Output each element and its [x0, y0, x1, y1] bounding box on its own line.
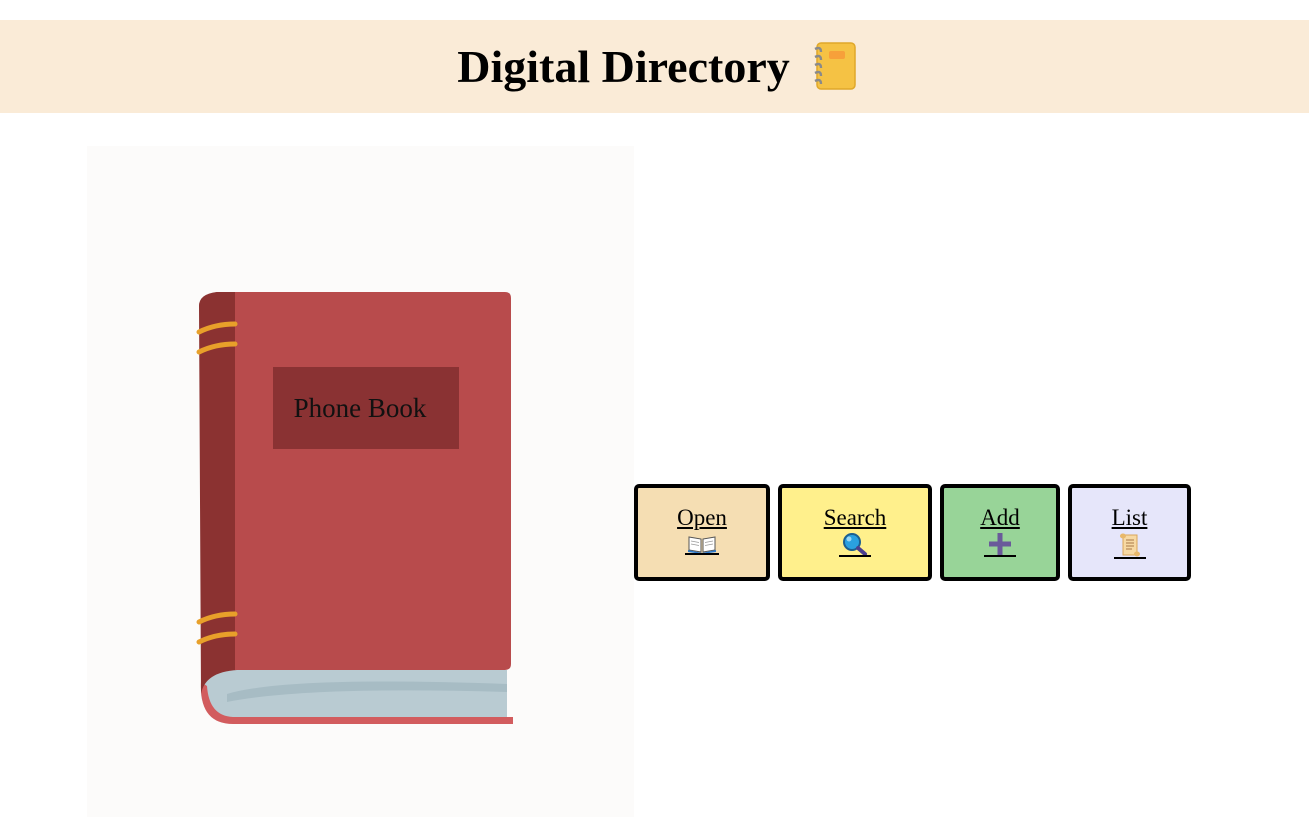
- search-button[interactable]: Search: [778, 484, 932, 581]
- add-button-label: Add: [980, 505, 1020, 530]
- open-button[interactable]: Open: [634, 484, 770, 581]
- open-book-icon: [685, 533, 719, 555]
- page-title: Digital Directory: [457, 41, 790, 92]
- magnifier-icon: [839, 533, 871, 557]
- list-button[interactable]: List: [1068, 484, 1191, 581]
- page-title-wrap: Digital Directory: [457, 40, 858, 93]
- phone-book-illustration: Phone Book: [87, 146, 634, 817]
- plus-icon: [984, 533, 1016, 557]
- search-button-label: Search: [823, 505, 887, 530]
- open-button-label: Open: [677, 505, 727, 530]
- phone-book-image: Phone Book: [196, 292, 513, 724]
- list-button-label: List: [1111, 505, 1148, 530]
- main-menu: Open Search Add List: [634, 484, 1191, 581]
- app-header: Digital Directory: [0, 20, 1309, 113]
- add-button[interactable]: Add: [940, 484, 1060, 581]
- notebook-icon: [812, 41, 858, 91]
- scroll-icon: [1113, 533, 1146, 559]
- cover-text: Phone Book: [294, 393, 427, 423]
